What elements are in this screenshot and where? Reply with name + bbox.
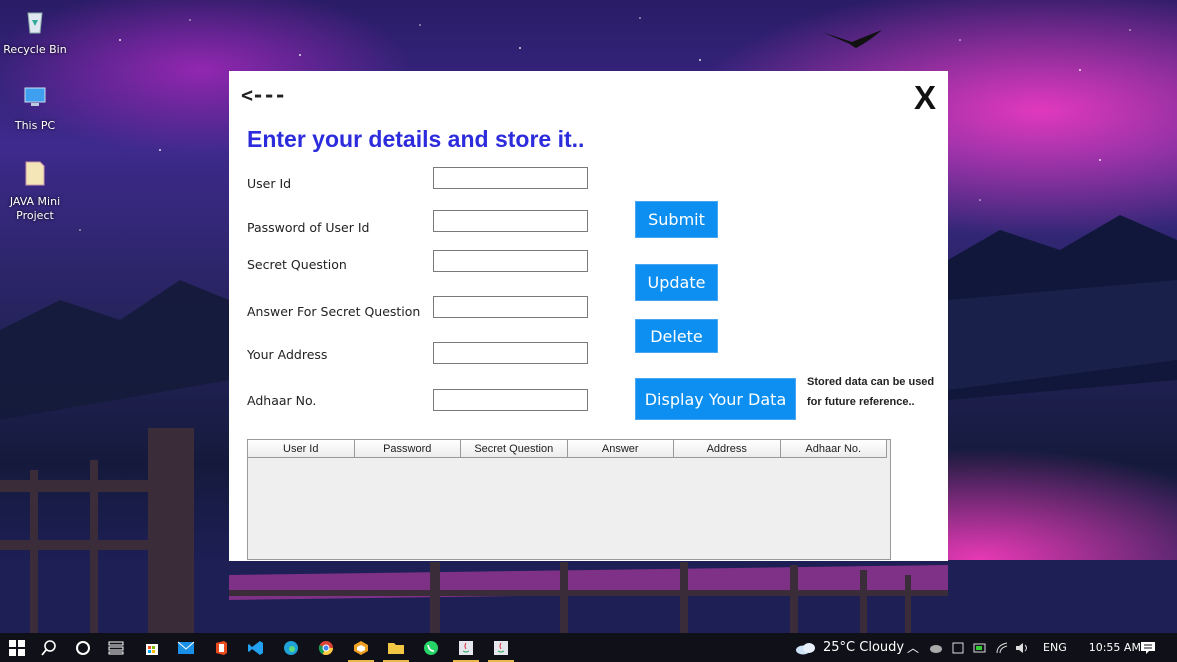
storage-note: Stored data can be used for future refer… (807, 372, 934, 412)
user-id-input[interactable] (433, 167, 588, 189)
vscode-icon (248, 640, 263, 655)
show-hidden-icons-chevron-icon[interactable]: ︿ (907, 639, 919, 656)
user-details-dialog: <--- X Enter your details and store it..… (229, 71, 948, 561)
delete-button[interactable]: Delete (635, 319, 718, 353)
bird-silhouette (822, 30, 882, 48)
adhaar-label: Adhaar No. (247, 393, 317, 408)
weather-widget[interactable]: 25°C Cloudy (795, 633, 904, 662)
taskbar-edge[interactable] (274, 633, 308, 662)
device-icon[interactable] (951, 641, 965, 655)
column-header-answer[interactable]: Answer (567, 440, 674, 458)
back-button[interactable]: <--- (241, 83, 286, 107)
secret-question-label: Secret Question (247, 257, 347, 272)
table-header: User Id Password Secret Question Answer … (248, 440, 890, 458)
taskbar-whatsapp[interactable] (414, 633, 448, 662)
start-button[interactable] (0, 633, 34, 662)
desktop-icon-label: JAVA Mini Project (9, 195, 61, 222)
java-icon (459, 640, 473, 655)
address-label: Your Address (247, 347, 328, 362)
taskbar-file-explorer[interactable] (379, 633, 413, 662)
edge-icon (284, 640, 298, 655)
taskbar-app-cube[interactable] (344, 633, 378, 662)
recycle-bin-icon (27, 12, 43, 34)
secret-answer-label: Answer For Secret Question (247, 304, 421, 319)
secret-question-input[interactable] (433, 250, 588, 272)
address-input[interactable] (433, 342, 588, 364)
cloud-icon (796, 642, 815, 654)
taskbar-vscode[interactable] (239, 633, 273, 662)
office-icon (216, 640, 227, 655)
update-button[interactable]: Update (635, 264, 718, 301)
java-icon (494, 640, 508, 655)
taskbar-office[interactable] (204, 633, 238, 662)
taskbar-java-app-2[interactable] (484, 633, 518, 662)
password-label: Password of User Id (247, 220, 370, 235)
taskbar: 25°C Cloudy ︿ ENG 10:55 AM (0, 633, 1177, 662)
notification-center-button[interactable] (1131, 633, 1165, 662)
password-input[interactable] (433, 210, 588, 232)
onedrive-cloud-icon[interactable] (929, 642, 943, 654)
system-tray: ︿ ENG 10:55 AM (907, 633, 1141, 662)
adhaar-input[interactable] (433, 389, 588, 411)
desktop-icon-label: This PC (14, 119, 56, 132)
column-header-address[interactable]: Address (674, 440, 781, 458)
notification-icon (1141, 641, 1155, 654)
taskbar-store[interactable] (135, 633, 169, 662)
language-indicator[interactable]: ENG (1043, 641, 1067, 654)
column-header-user-id[interactable]: User Id (248, 440, 355, 458)
cube-app-icon (354, 640, 368, 655)
folder-icon (388, 642, 404, 654)
store-icon (146, 643, 158, 655)
computer-icon (24, 87, 46, 106)
cortana-icon (76, 640, 90, 655)
desktop-icon-java-mini-project[interactable]: JAVA Mini Project (0, 158, 70, 223)
column-header-secret-question[interactable]: Secret Question (461, 440, 568, 458)
close-button[interactable]: X (914, 79, 936, 117)
user-id-label: User Id (247, 176, 292, 191)
weather-text: 25°C Cloudy (823, 640, 905, 655)
search-icon (41, 639, 56, 656)
windows-logo-icon (9, 639, 25, 656)
desktop-icon-this-pc[interactable]: This PC (0, 82, 70, 133)
data-table[interactable]: User Id Password Secret Question Answer … (247, 439, 891, 560)
column-header-password[interactable]: Password (354, 440, 461, 458)
search-button[interactable] (32, 633, 66, 662)
battery-icon[interactable] (973, 642, 987, 654)
form-heading: Enter your details and store it.. (247, 126, 585, 152)
storage-note-line-1: Stored data can be used (807, 376, 935, 388)
submit-button[interactable]: Submit (635, 201, 718, 238)
volume-icon[interactable] (1015, 641, 1029, 655)
whatsapp-icon (424, 640, 438, 655)
secret-answer-input[interactable] (433, 296, 588, 318)
desktop-icon-recycle-bin[interactable]: Recycle Bin (0, 6, 70, 57)
taskbar-chrome[interactable] (309, 633, 343, 662)
taskbar-java-app-1[interactable] (449, 633, 483, 662)
taskbar-mail[interactable] (169, 633, 203, 662)
chrome-icon (318, 640, 333, 655)
folder-icon (25, 161, 45, 186)
task-view-icon (108, 641, 124, 654)
wifi-icon[interactable] (995, 641, 1009, 655)
desktop-icon-label: Recycle Bin (3, 43, 67, 56)
storage-note-line-2: for future reference.. (807, 396, 915, 408)
task-view-button[interactable] (99, 633, 133, 662)
cortana-button[interactable] (66, 633, 100, 662)
mail-icon (177, 641, 195, 654)
column-header-adhaar[interactable]: Adhaar No. (780, 440, 887, 458)
display-data-button[interactable]: Display Your Data (635, 378, 796, 420)
